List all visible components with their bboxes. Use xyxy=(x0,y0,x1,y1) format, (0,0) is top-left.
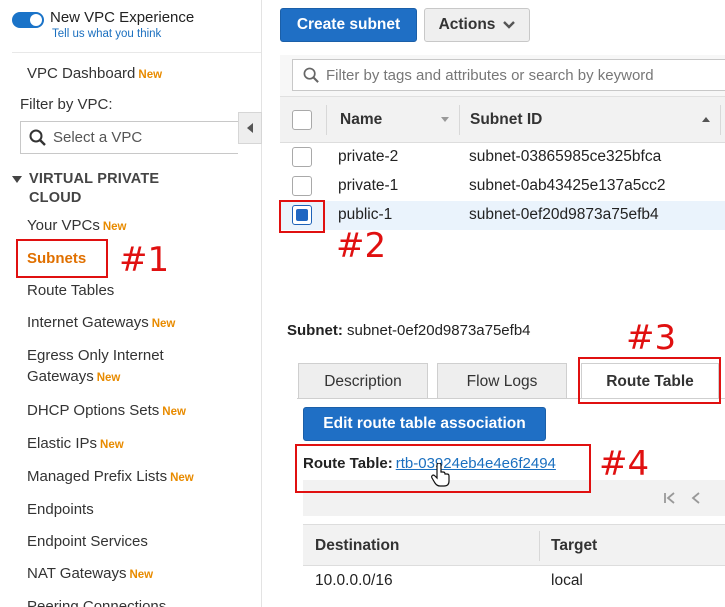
sidebar-item-peering-connections[interactable]: Peering Connections xyxy=(27,596,166,607)
sidebar-item-endpoints[interactable]: Endpoints xyxy=(27,499,94,520)
column-header-target[interactable]: Target xyxy=(551,537,597,555)
collapse-sidebar-button[interactable] xyxy=(238,112,262,144)
filter-search-input[interactable]: Filter by tags and attributes or search … xyxy=(292,59,725,91)
routes-table-row: 10.0.0.0/16 local xyxy=(315,572,583,589)
create-subnet-button[interactable]: Create subnet xyxy=(280,8,417,42)
new-badge: New xyxy=(96,372,121,384)
previous-page-icon[interactable] xyxy=(690,491,702,505)
row-checkbox[interactable] xyxy=(292,147,312,167)
annotation-label-4: #4 xyxy=(599,444,650,484)
select-vpc-input[interactable]: Select a VPC xyxy=(20,121,238,154)
sidebar-item-your-vpcs[interactable]: Your VPCs New xyxy=(27,215,126,238)
sidebar-item-endpoint-services[interactable]: Endpoint Services xyxy=(27,531,148,552)
new-badge: New xyxy=(162,406,186,418)
feedback-link[interactable]: Tell us what you think xyxy=(52,28,194,40)
new-badge: New xyxy=(138,69,163,81)
caret-down-icon xyxy=(12,175,22,183)
toggle-title: New VPC Experience xyxy=(50,9,195,26)
sort-icon[interactable] xyxy=(440,116,450,124)
first-page-icon[interactable] xyxy=(663,491,677,505)
new-badge: New xyxy=(102,221,127,233)
sidebar-item-managed-prefix-lists[interactable]: Managed Prefix Lists New xyxy=(27,466,194,489)
row-checkbox[interactable] xyxy=(292,176,312,196)
annotation-box-3 xyxy=(578,357,721,404)
main-content: Create subnet Actions Filter by tags and… xyxy=(263,0,725,607)
sidebar-item-vpc-dashboard[interactable]: VPC Dashboard New xyxy=(27,63,162,86)
select-all-checkbox[interactable] xyxy=(292,110,312,130)
chevron-left-icon xyxy=(247,123,253,133)
sidebar-item-route-tables[interactable]: Route Tables xyxy=(27,280,114,301)
search-icon xyxy=(29,129,46,146)
annotation-label-1: #1 xyxy=(119,240,170,280)
routes-table-header: Destination Target xyxy=(303,524,725,566)
annotation-box-4 xyxy=(295,444,591,493)
new-badge: New xyxy=(100,439,124,451)
annotation-box-1 xyxy=(16,239,108,278)
edit-route-table-association-button[interactable]: Edit route table association xyxy=(303,407,546,441)
new-badge: New xyxy=(129,569,154,581)
sidebar-item-egress-only-internet-gateways[interactable]: Egress Only Internet Gateways New xyxy=(27,345,164,389)
tab-description[interactable]: Description xyxy=(298,363,428,399)
column-header-name[interactable]: Name xyxy=(340,111,382,129)
filter-by-vpc-label: Filter by VPC: xyxy=(20,96,113,113)
new-vpc-experience-toggle[interactable] xyxy=(12,12,44,28)
annotation-label-3: #3 xyxy=(626,318,677,358)
section-virtual-private-cloud[interactable]: VIRTUAL PRIVATE CLOUD xyxy=(12,170,199,208)
chevron-down-icon xyxy=(503,21,516,29)
sort-asc-icon[interactable] xyxy=(701,115,711,123)
search-bar-container: Filter by tags and attributes or search … xyxy=(280,55,725,97)
sidebar-item-dhcp-options-sets[interactable]: DHCP Options Sets New xyxy=(27,400,186,423)
tab-flow-logs[interactable]: Flow Logs xyxy=(437,363,567,399)
column-header-destination[interactable]: Destination xyxy=(315,537,399,555)
sidebar-item-nat-gateways[interactable]: NAT Gateways New xyxy=(27,563,153,586)
table-row[interactable]: private-2 subnet-03865985ce325bfca xyxy=(280,143,725,172)
annotation-label-2: #2 xyxy=(336,226,387,266)
table-header: Name Subnet ID xyxy=(280,97,725,143)
sidebar-divider xyxy=(12,52,261,53)
sidebar-item-elastic-ips[interactable]: Elastic IPs New xyxy=(27,433,124,456)
new-badge: New xyxy=(170,472,194,484)
search-icon xyxy=(303,67,319,83)
sidebar: New VPC Experience Tell us what you thin… xyxy=(0,0,262,607)
new-badge: New xyxy=(151,318,176,330)
detail-subnet-title: Subnet: subnet-0ef20d9873a75efb4 xyxy=(287,322,531,339)
table-row[interactable]: private-1 subnet-0ab43425e137a5cc2 xyxy=(280,172,725,201)
actions-dropdown-button[interactable]: Actions xyxy=(424,8,530,42)
sidebar-item-internet-gateways[interactable]: Internet Gateways New xyxy=(27,312,175,335)
annotation-box-2 xyxy=(279,200,325,233)
column-header-subnet-id[interactable]: Subnet ID xyxy=(470,111,542,129)
new-experience-toggle-row: New VPC Experience Tell us what you thin… xyxy=(12,9,194,40)
